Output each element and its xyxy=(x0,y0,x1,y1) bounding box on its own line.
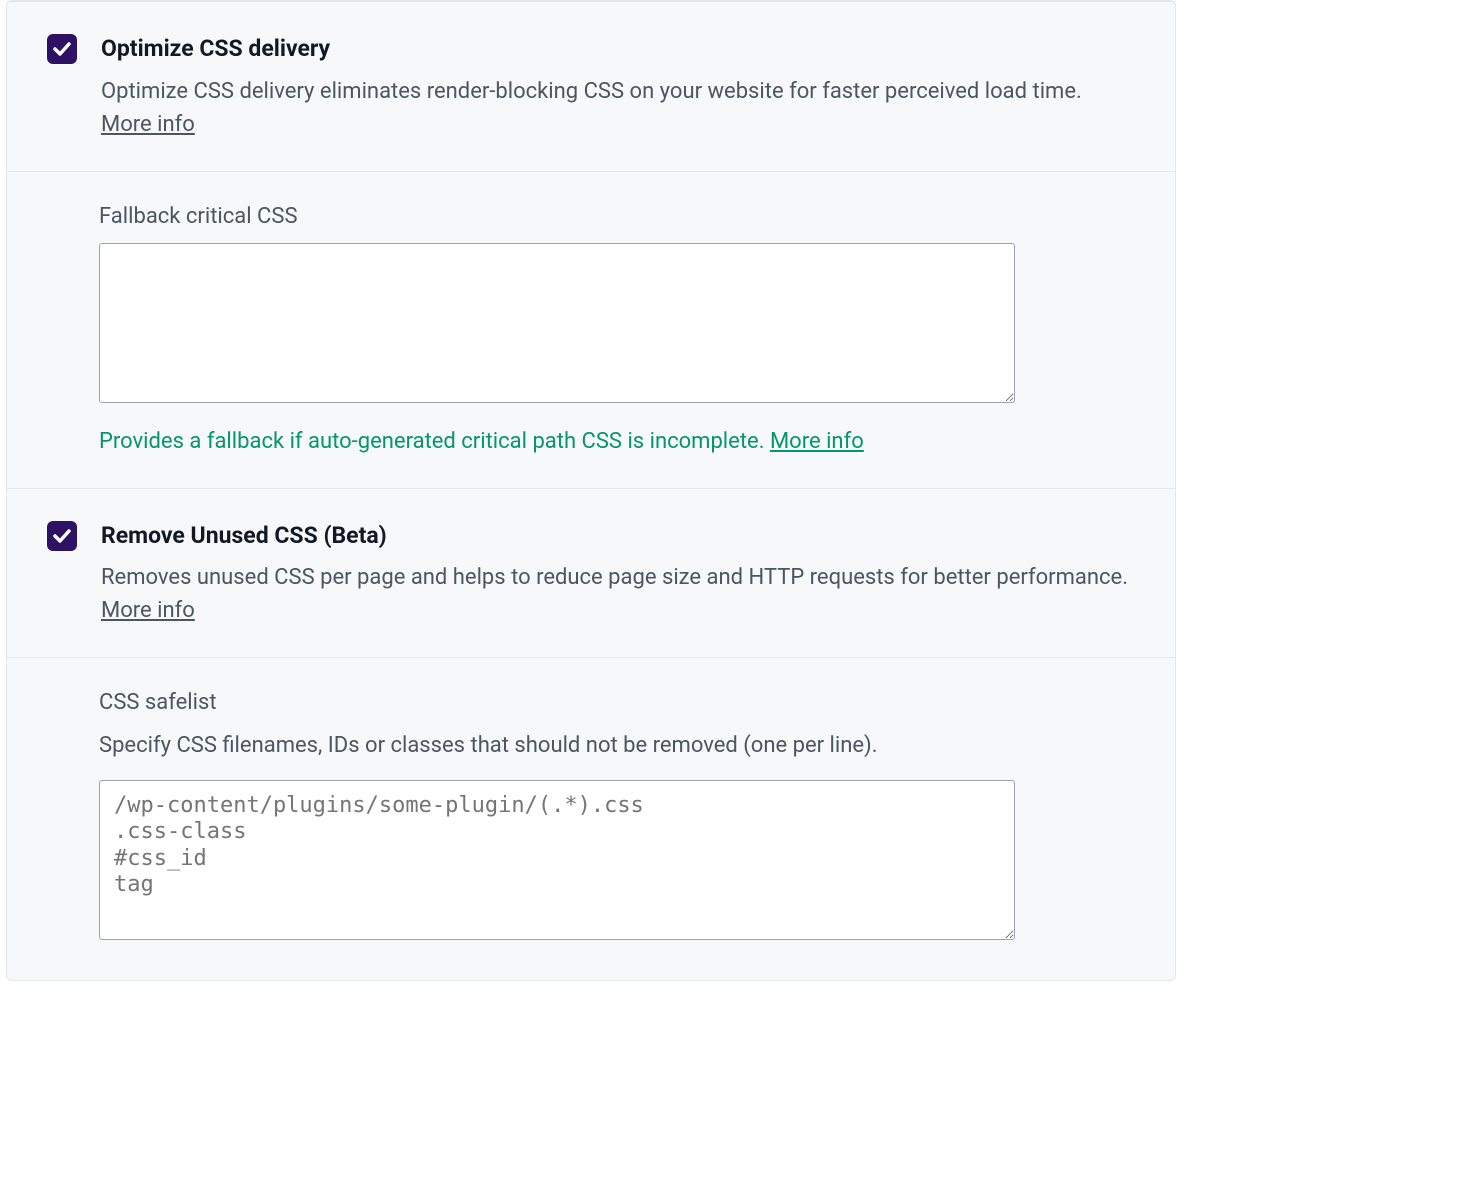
optimize-css-content: Optimize CSS delivery Optimize CSS deliv… xyxy=(101,32,1135,141)
remove-unused-css-description: Removes unused CSS per page and helps to… xyxy=(101,561,1135,627)
check-icon xyxy=(52,527,72,545)
settings-panel: Optimize CSS delivery Optimize CSS deliv… xyxy=(6,0,1176,981)
css-safelist-textarea[interactable] xyxy=(99,780,1015,940)
remove-unused-css-checkbox[interactable] xyxy=(47,521,77,551)
css-safelist-title: CSS safelist xyxy=(99,686,1135,719)
remove-unused-css-more-link[interactable]: More info xyxy=(101,598,195,623)
optimize-css-description: Optimize CSS delivery eliminates render-… xyxy=(101,75,1135,141)
fallback-css-textarea[interactable] xyxy=(99,243,1015,403)
optimize-css-desc-text: Optimize CSS delivery eliminates render-… xyxy=(101,79,1082,104)
fallback-css-section: Fallback critical CSS Provides a fallbac… xyxy=(7,171,1175,488)
option-row-remove-unused-css: Remove Unused CSS (Beta) Removes unused … xyxy=(7,488,1175,658)
remove-unused-css-desc-text: Removes unused CSS per page and helps to… xyxy=(101,565,1128,590)
optimize-css-checkbox[interactable] xyxy=(47,34,77,64)
fallback-css-more-link[interactable]: More info xyxy=(770,429,864,454)
optimize-css-more-link[interactable]: More info xyxy=(101,112,195,137)
remove-unused-css-title: Remove Unused CSS (Beta) xyxy=(101,519,1135,554)
css-safelist-section: CSS safelist Specify CSS filenames, IDs … xyxy=(7,657,1175,980)
remove-unused-css-content: Remove Unused CSS (Beta) Removes unused … xyxy=(101,519,1135,628)
fallback-css-title: Fallback critical CSS xyxy=(99,200,1135,233)
css-safelist-help: Specify CSS filenames, IDs or classes th… xyxy=(99,729,1135,762)
fallback-css-help-text: Provides a fallback if auto-generated cr… xyxy=(99,429,770,454)
fallback-css-help: Provides a fallback if auto-generated cr… xyxy=(99,425,1135,458)
check-icon xyxy=(52,40,72,58)
option-row-optimize-css: Optimize CSS delivery Optimize CSS deliv… xyxy=(7,1,1175,171)
optimize-css-title: Optimize CSS delivery xyxy=(101,32,1135,67)
